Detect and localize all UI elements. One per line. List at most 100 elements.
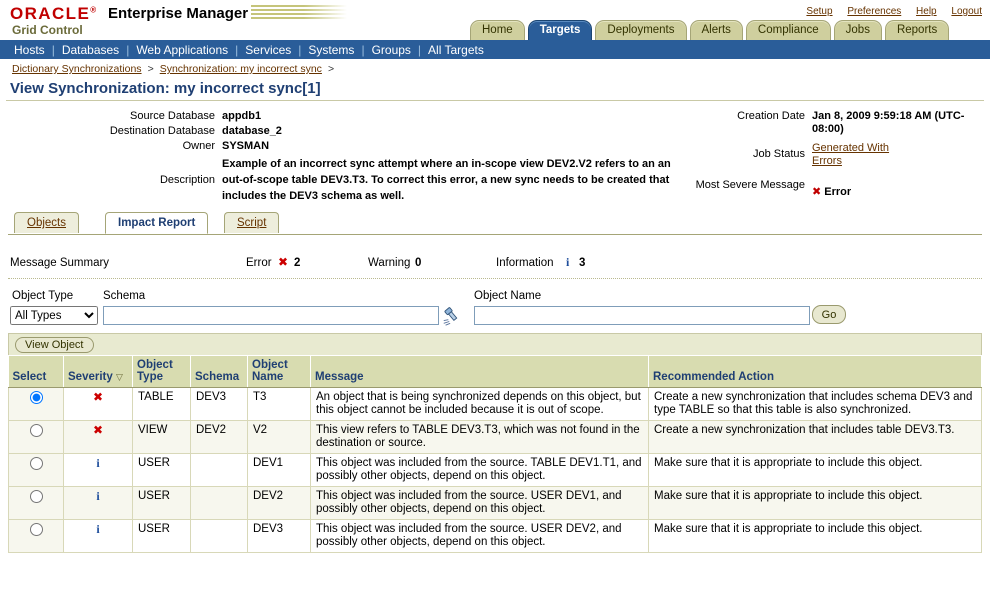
object-name-input[interactable]	[474, 306, 810, 325]
subtab-objects[interactable]: Objects	[14, 212, 79, 233]
subnav-sep: |	[126, 43, 129, 57]
col-severity[interactable]: Severity ▽	[64, 356, 133, 388]
tab-compliance[interactable]: Compliance	[746, 20, 831, 40]
row-select-cell[interactable]	[9, 487, 64, 520]
row-recommended-action: Create a new synchronization that includ…	[649, 388, 982, 421]
row-object-type: USER	[133, 454, 191, 487]
message-summary-information-count: 3	[579, 257, 585, 269]
subnav-services[interactable]: Services	[245, 43, 291, 57]
tab-home[interactable]: Home	[470, 20, 525, 40]
tab-alerts[interactable]: Alerts	[690, 20, 743, 40]
summary-divider	[8, 278, 982, 279]
breadcrumb-separator: >	[328, 63, 334, 75]
view-object-button[interactable]: View Object	[15, 337, 94, 353]
subnav-sep: |	[52, 43, 55, 57]
filter-bar: Object Type All Types Schema Object Name…	[0, 288, 990, 332]
row-object-type: TABLE	[133, 388, 191, 421]
message-summary-information-label: Information	[496, 257, 554, 269]
row-object-name: DEV2	[248, 487, 311, 520]
info-i-icon: i	[96, 489, 99, 503]
link-logout[interactable]: Logout	[951, 6, 982, 17]
label-schema: Schema	[103, 290, 145, 302]
subtab-objects-link[interactable]: Objects	[27, 217, 66, 229]
main-tabs: Home Targets Deployments Alerts Complian…	[470, 19, 952, 40]
job-status-link[interactable]: Generated With Errors	[812, 142, 889, 167]
go-button[interactable]: Go	[812, 305, 846, 324]
subnav-sep: |	[361, 43, 364, 57]
row-schema	[191, 520, 248, 553]
label-most-severe-message: Most Severe Message	[690, 179, 805, 192]
col-object-type[interactable]: Object Type	[133, 356, 191, 388]
edition-label: Grid Control	[12, 23, 83, 37]
link-setup[interactable]: Setup	[806, 6, 832, 17]
subtab-script[interactable]: Script	[224, 212, 279, 233]
tab-jobs[interactable]: Jobs	[834, 20, 882, 40]
subnav-hosts[interactable]: Hosts	[14, 43, 45, 57]
row-select-cell[interactable]	[9, 388, 64, 421]
brand-header: ORACLE® Enterprise Manager 10g Grid Cont…	[0, 0, 990, 40]
value-destination-database: database_2	[222, 125, 282, 137]
table-row: i USER DEV1 This object was included fro…	[9, 454, 982, 487]
row-recommended-action: Make sure that it is appropriate to incl…	[649, 487, 982, 520]
row-severity: i	[64, 487, 133, 520]
row-severity: i	[64, 520, 133, 553]
impact-report-table: Select Severity ▽ Object Type Schema Obj…	[8, 355, 982, 553]
subnav-groups[interactable]: Groups	[372, 43, 411, 57]
value-most-severe-message: ✖ Error	[812, 186, 972, 199]
subnav-sep: |	[235, 43, 238, 57]
message-summary-error-label: Error	[246, 257, 272, 269]
col-severity-label: Severity	[68, 371, 113, 383]
link-help[interactable]: Help	[916, 6, 937, 17]
breadcrumb-synchronization[interactable]: Synchronization: my incorrect sync	[160, 63, 322, 75]
schema-input[interactable]	[103, 306, 439, 325]
col-schema[interactable]: Schema	[191, 356, 248, 388]
message-summary-warning-label: Warning	[368, 257, 410, 269]
subnav-web-applications[interactable]: Web Applications	[136, 43, 228, 57]
row-select-cell[interactable]	[9, 454, 64, 487]
subnav-all-targets[interactable]: All Targets	[428, 43, 484, 57]
tab-reports[interactable]: Reports	[885, 20, 949, 40]
info-i-icon: i	[96, 456, 99, 470]
flashlight-icon[interactable]	[441, 305, 463, 327]
label-description: Description	[0, 174, 215, 186]
object-type-select[interactable]: All Types	[10, 306, 98, 325]
row-radio[interactable]	[30, 457, 43, 470]
label-source-database: Source Database	[0, 110, 215, 122]
row-schema: DEV2	[191, 421, 248, 454]
tab-deployments[interactable]: Deployments	[595, 20, 686, 40]
row-select-cell[interactable]	[9, 520, 64, 553]
row-object-type: USER	[133, 487, 191, 520]
value-owner: SYSMAN	[222, 140, 269, 152]
row-radio[interactable]	[30, 490, 43, 503]
title-divider	[6, 100, 984, 101]
oracle-wordmark: ORACLE	[10, 4, 90, 23]
col-message: Message	[311, 356, 649, 388]
breadcrumb-dictionary-synchronizations[interactable]: Dictionary Synchronizations	[12, 63, 142, 75]
col-object-name[interactable]: Object Name	[248, 356, 311, 388]
subtab-script-link[interactable]: Script	[237, 217, 266, 229]
breadcrumb: Dictionary Synchronizations > Synchronizat…	[12, 63, 340, 75]
label-owner: Owner	[0, 140, 215, 152]
subtab-underline	[8, 234, 982, 235]
subtab-impact-report[interactable]: Impact Report	[105, 212, 208, 234]
row-radio[interactable]	[30, 523, 43, 536]
link-preferences[interactable]: Preferences	[847, 6, 901, 17]
subnav-databases[interactable]: Databases	[62, 43, 119, 57]
most-severe-text: Error	[824, 186, 851, 198]
subnav-systems[interactable]: Systems	[308, 43, 354, 57]
row-select-cell[interactable]	[9, 421, 64, 454]
row-recommended-action: Create a new synchronization that includ…	[649, 421, 982, 454]
label-object-type: Object Type	[12, 290, 73, 302]
row-recommended-action: Make sure that it is appropriate to incl…	[649, 454, 982, 487]
error-x-icon: ✖	[93, 390, 103, 404]
value-source-database: appdb1	[222, 110, 261, 122]
table-header-row: Select Severity ▽ Object Type Schema Obj…	[9, 356, 982, 388]
row-radio[interactable]	[30, 424, 43, 437]
sort-descending-icon[interactable]: ▽	[116, 372, 123, 382]
page-title: View Synchronization: my incorrect sync[…	[10, 80, 321, 97]
label-destination-database: Destination Database	[0, 125, 215, 137]
tab-targets[interactable]: Targets	[528, 20, 593, 40]
row-severity: i	[64, 454, 133, 487]
error-x-icon: ✖	[812, 186, 821, 198]
row-radio[interactable]	[30, 391, 43, 404]
